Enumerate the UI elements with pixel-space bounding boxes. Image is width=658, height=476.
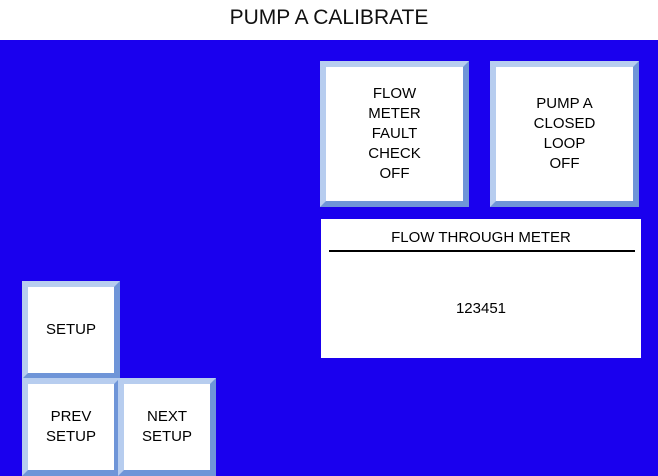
next-setup-label: NEXT SETUP <box>141 408 192 445</box>
meter-divider <box>329 250 635 252</box>
flow-meter-fault-check-button[interactable]: FLOW METER FAULT CHECK OFF <box>320 61 469 207</box>
prev-setup-label: PREV SETUP <box>45 408 96 445</box>
pump-a-closed-loop-button[interactable]: PUMP A CLOSED LOOP OFF <box>490 61 639 207</box>
flow-through-meter-label: FLOW THROUGH METER <box>391 229 571 246</box>
screen-title: PUMP A CALIBRATE <box>229 6 429 29</box>
setup-button[interactable]: SETUP <box>22 281 120 379</box>
next-setup-button[interactable]: NEXT SETUP <box>118 378 216 476</box>
pump-a-closed-loop-label: PUMP A CLOSED LOOP OFF <box>533 95 596 172</box>
flow-meter-fault-check-label: FLOW METER FAULT CHECK OFF <box>368 85 421 182</box>
prev-setup-button[interactable]: PREV SETUP <box>22 378 120 476</box>
flow-through-meter-value: 123451 <box>455 300 507 317</box>
flow-through-meter-display: FLOW THROUGH METER 123451 <box>321 219 641 358</box>
setup-label: SETUP <box>45 321 96 338</box>
